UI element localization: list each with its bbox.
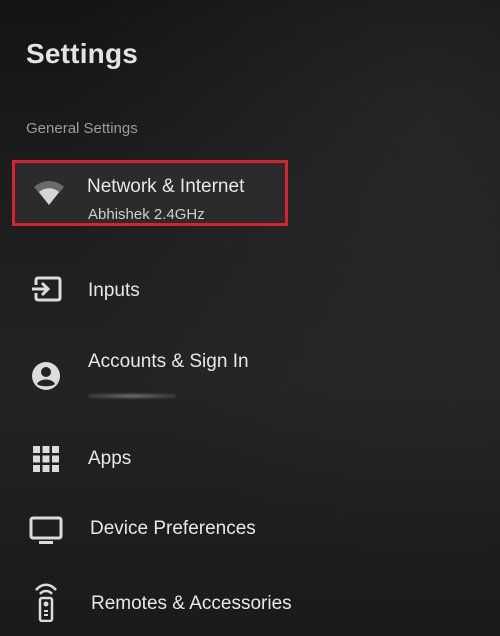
menu-item-inputs[interactable]: Inputs (12, 256, 288, 322)
menu-item-label: Network & Internet (87, 176, 245, 197)
menu-item-label: Inputs (88, 280, 140, 301)
menu-item-label: Device Preferences (90, 518, 256, 539)
apps-grid-icon (28, 441, 64, 477)
section-label-general: General Settings (26, 120, 138, 137)
input-icon (28, 271, 64, 307)
menu-item-accounts[interactable]: Accounts & Sign In (12, 340, 288, 406)
menu-item-network-internet[interactable]: Network & Internet Abhishek 2.4GHz (12, 160, 288, 226)
page-title: Settings (26, 38, 139, 69)
remote-icon (28, 583, 64, 622)
menu-item-label: Accounts & Sign In (88, 351, 249, 372)
menu-item-device-preferences[interactable]: Device Preferences (12, 496, 288, 562)
menu-item-apps[interactable]: Apps (12, 425, 288, 491)
tv-icon (28, 513, 64, 549)
menu-item-remotes-accessories[interactable]: Remotes & Accessories (12, 570, 292, 636)
menu-item-label: Apps (88, 448, 132, 469)
settings-screen: Settings General Settings Network & Inte… (0, 0, 500, 636)
account-icon (28, 358, 64, 394)
blurred-account-sublabel (88, 394, 176, 398)
menu-item-label: Remotes & Accessories (91, 593, 292, 614)
menu-item-sublabel: Abhishek 2.4GHz (88, 206, 205, 223)
wifi-icon (31, 175, 67, 211)
